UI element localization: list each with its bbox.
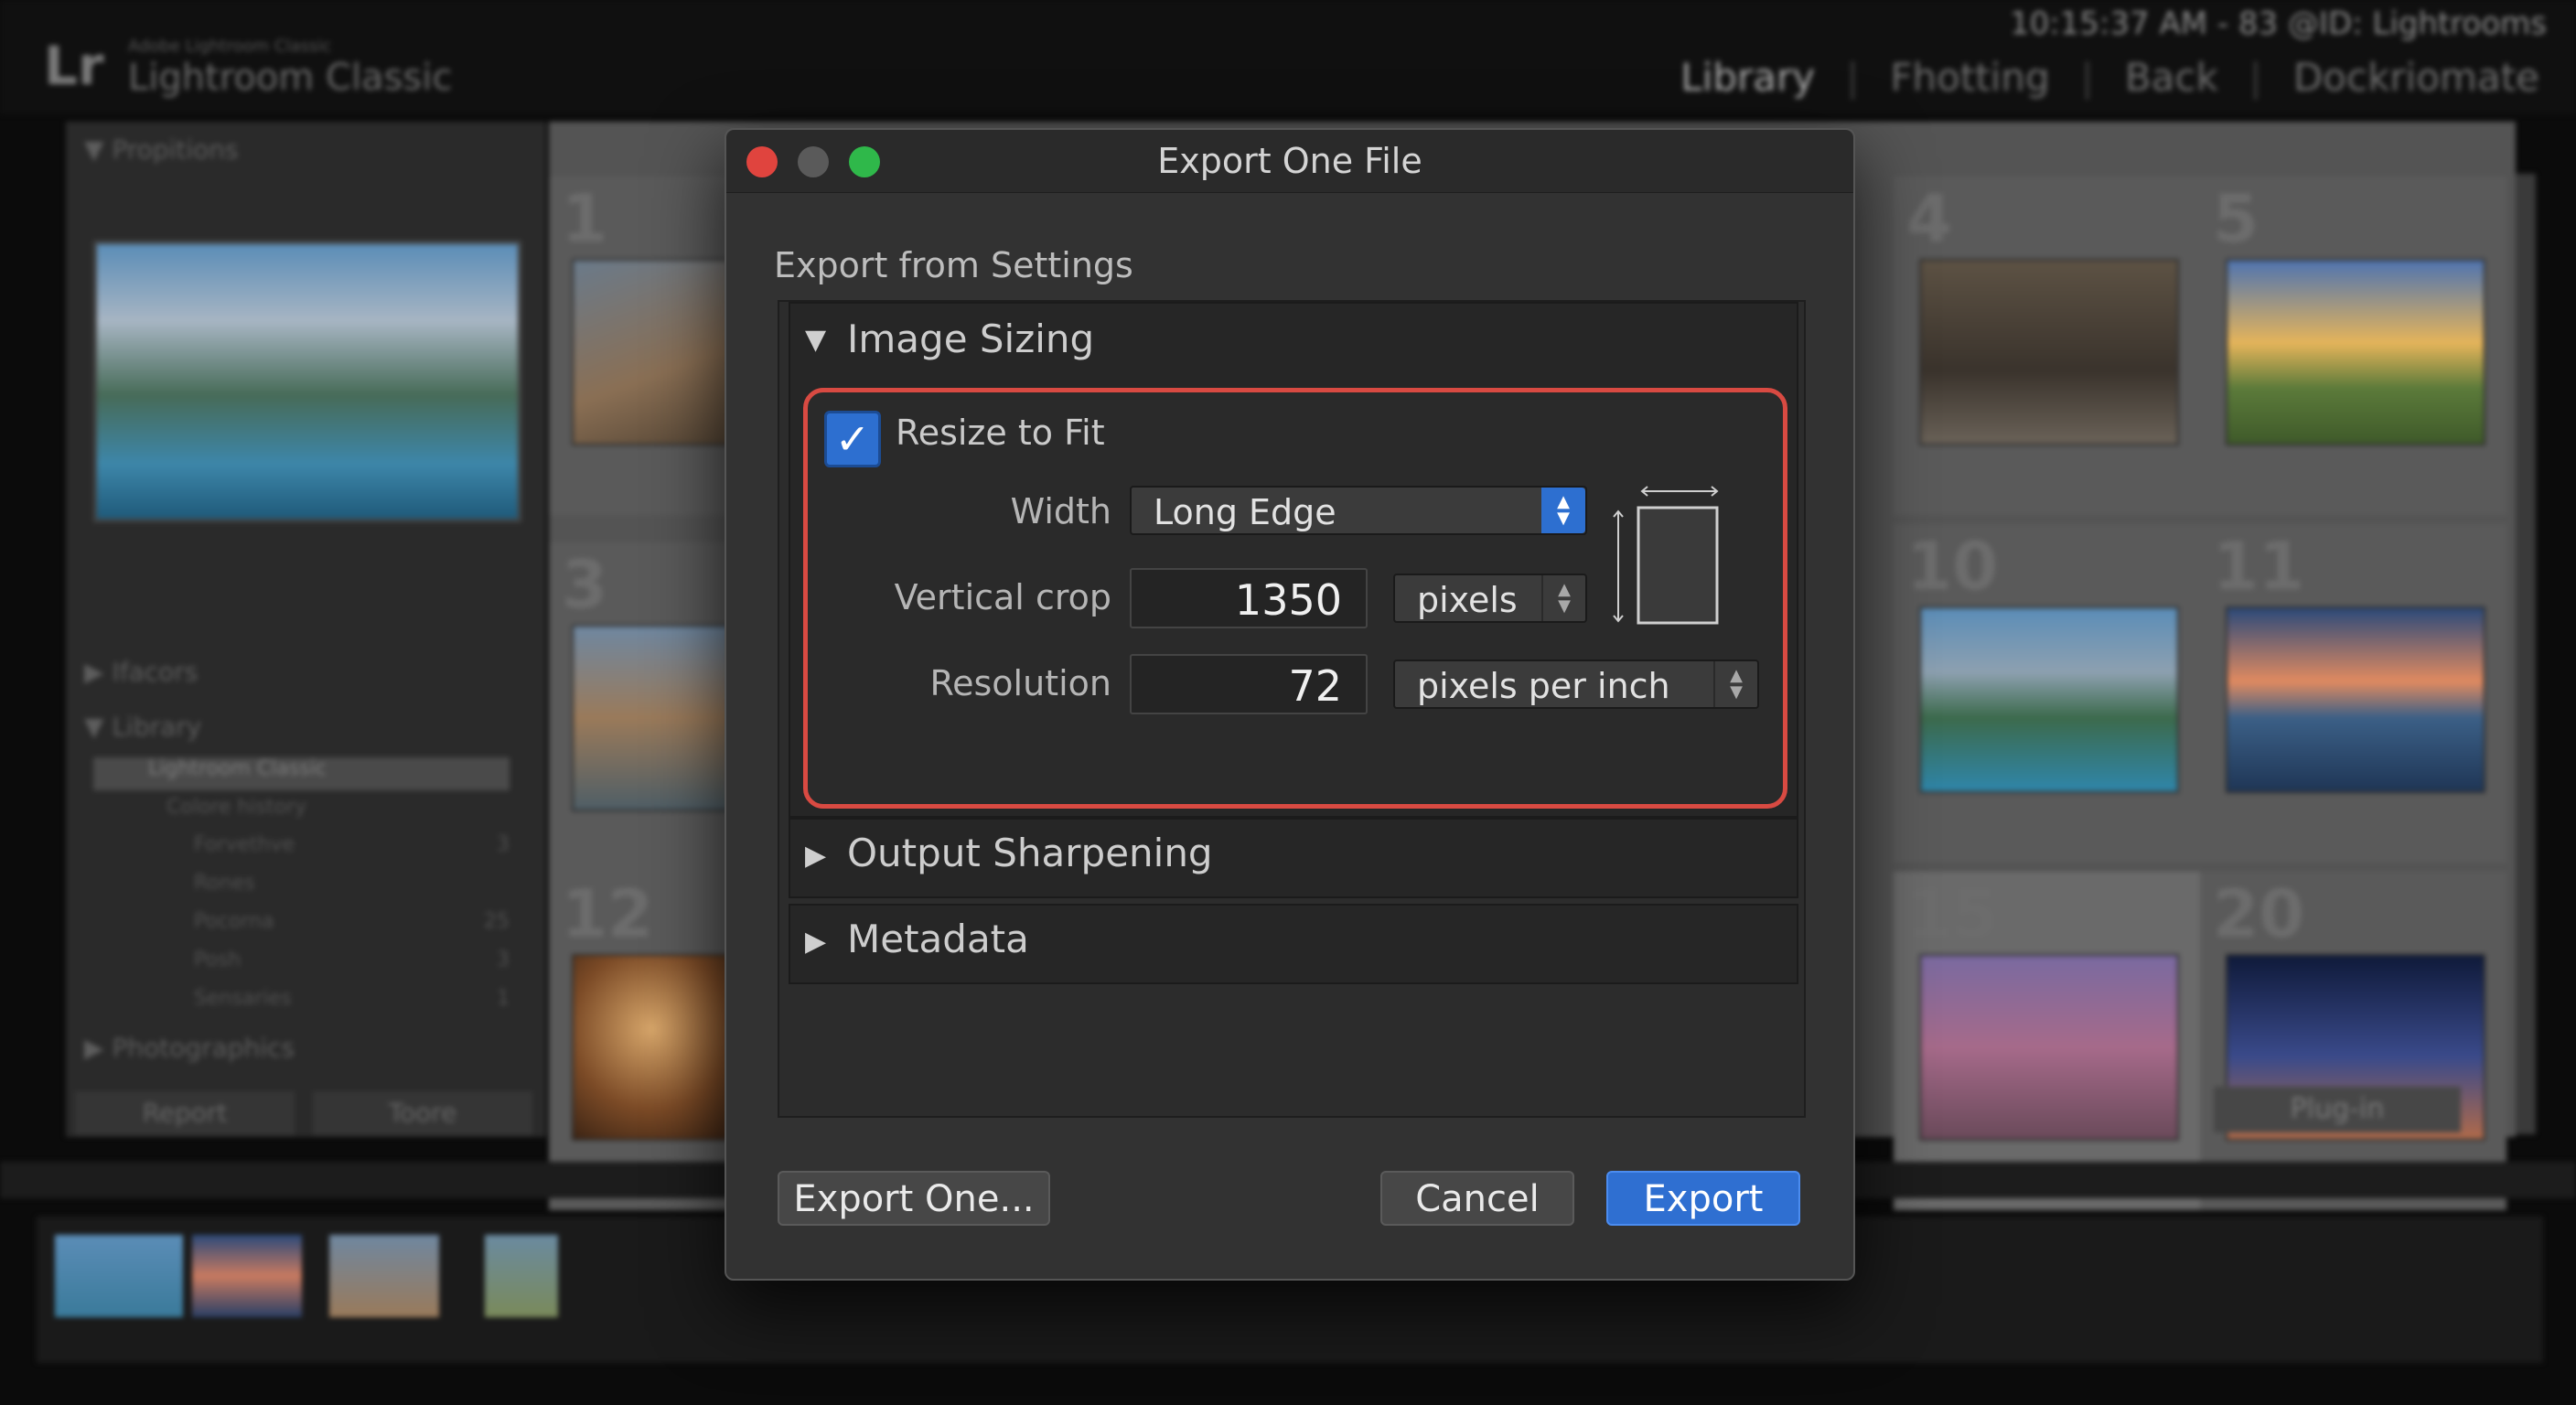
unit-value: pixels (1417, 580, 1518, 620)
metadata-section[interactable]: ▶ Metadata (789, 904, 1798, 984)
select-arrows-icon: ▲ ▼ (1541, 575, 1585, 621)
grid-cell[interactable]: 1 (549, 177, 732, 515)
grid-scrollbar[interactable] (2516, 174, 2536, 1134)
resolution-input[interactable]: 72 (1130, 654, 1368, 714)
dialog-title: Export One File (1157, 141, 1422, 181)
module-library[interactable]: Library (1680, 55, 1815, 100)
resolution-unit-select[interactable]: pixels per inch ▲ ▼ (1393, 660, 1759, 709)
width-value: Long Edge (1154, 492, 1336, 532)
orientation-icon (1613, 486, 1719, 625)
grid-cell[interactable]: 3 (549, 542, 732, 881)
resize-to-fit-label: Resize to Fit (896, 413, 1105, 453)
collection-item[interactable]: Lightroom Classic (93, 757, 510, 790)
status-text: 10:15:37 AM - 83 @ID: Lightrooms (2009, 5, 2547, 42)
export-one-button[interactable]: Export One... (778, 1171, 1050, 1226)
panel-header[interactable]: ▶ Photographics (84, 1033, 295, 1063)
resolution-label: Resolution (929, 663, 1111, 703)
section-title: Image Sizing (847, 316, 1095, 361)
product-small-label: Adobe Lightroom Classic (128, 37, 332, 56)
export-button[interactable]: Export (1606, 1171, 1800, 1226)
module-picker: Library | Fhotting | Back | Dockriomate (1680, 55, 2539, 100)
resize-to-fit-checkbox[interactable]: ✓ (824, 411, 881, 467)
module-separator: | (2249, 55, 2262, 100)
vertical-crop-unit-select[interactable]: pixels ▲ ▼ (1393, 574, 1587, 623)
grid-cell[interactable]: 12 (549, 872, 732, 1210)
grid-cell[interactable]: 11 (2200, 524, 2506, 863)
width-label: Width (1010, 491, 1111, 531)
filmstrip-thumb[interactable] (55, 1235, 183, 1317)
grid-cell[interactable]: 15 (1894, 872, 2200, 1210)
settings-panel: ▼ Image Sizing ✓ Resize to Fit Width Lon… (778, 300, 1806, 1118)
module-item[interactable]: Back (2125, 55, 2218, 100)
disclosure-open-icon: ▼ (805, 324, 827, 356)
cancel-button[interactable]: Cancel (1380, 1171, 1574, 1226)
module-item[interactable]: Dockriomate (2293, 55, 2539, 100)
collection-item[interactable]: Rones (93, 872, 510, 905)
disclosure-closed-icon: ▶ (805, 926, 827, 958)
grid-cell[interactable]: 10 (1894, 524, 2200, 863)
select-arrows-icon: ▲ ▼ (1713, 661, 1757, 707)
unit-value: pixels per inch (1417, 666, 1670, 706)
output-sharpening-section[interactable]: ▶ Output Sharpening (789, 818, 1798, 898)
navigator-header[interactable]: ▼ Propitions (84, 134, 239, 165)
grid-cell[interactable]: 20 (2200, 872, 2506, 1210)
toore-button[interactable]: Toore (313, 1091, 532, 1135)
grid-cell[interactable]: 5 (2200, 177, 2506, 515)
lr-logo: Lr (44, 35, 104, 97)
disclosure-closed-icon: ▶ (805, 840, 827, 872)
settings-subheading: Export from Settings (774, 245, 1133, 285)
vertical-crop-input[interactable]: 1350 (1130, 568, 1368, 628)
section-title: Output Sharpening (847, 831, 1213, 875)
collection-item[interactable]: Posh 3 (93, 949, 510, 981)
image-sizing-header[interactable]: ▼ Image Sizing (790, 304, 1797, 382)
image-sizing-section: ▼ Image Sizing ✓ Resize to Fit Width Lon… (789, 302, 1798, 818)
collection-item[interactable]: Forvethve 3 (93, 833, 510, 866)
select-arrows-icon: ▲ ▼ (1541, 488, 1585, 533)
panel-header[interactable]: ▶ Ifacors (84, 657, 198, 687)
resize-settings-highlight: ✓ Resize to Fit Width Long Edge ▲ ▼ Verti… (803, 388, 1787, 809)
module-separator: | (1846, 55, 1860, 100)
filmstrip-thumb[interactable] (329, 1235, 439, 1317)
panel-header[interactable]: ▼ Library (84, 712, 201, 742)
left-panel: ▼ Propitions ▶ Ifacors ▼ Library Lightro… (66, 122, 546, 1137)
module-separator: | (2080, 55, 2094, 100)
product-title: Lightroom Classic (128, 57, 453, 99)
collection-item[interactable]: Pocorna 25 (93, 910, 510, 943)
vertical-crop-label: Vertical crop (894, 577, 1111, 617)
filmstrip-thumb[interactable] (485, 1235, 558, 1317)
report-button[interactable]: Report (75, 1091, 295, 1135)
dialog-titlebar: Export One File (726, 130, 1853, 193)
section-title: Metadata (847, 917, 1029, 961)
filmstrip-thumb[interactable] (192, 1235, 302, 1317)
plugin-button[interactable]: Plug-in (2214, 1087, 2461, 1132)
checkmark-icon: ✓ (834, 414, 871, 464)
navigator-preview (93, 241, 521, 522)
export-dialog: Export One File Export from Settings ▼ I… (724, 128, 1855, 1281)
module-item[interactable]: Fhotting (1890, 55, 2049, 100)
grid-cell[interactable]: 4 (1894, 177, 2200, 515)
collection-item[interactable]: Colore history (93, 796, 510, 829)
collection-item[interactable]: Sensaries 1 (93, 987, 510, 1020)
width-select[interactable]: Long Edge ▲ ▼ (1130, 486, 1587, 535)
